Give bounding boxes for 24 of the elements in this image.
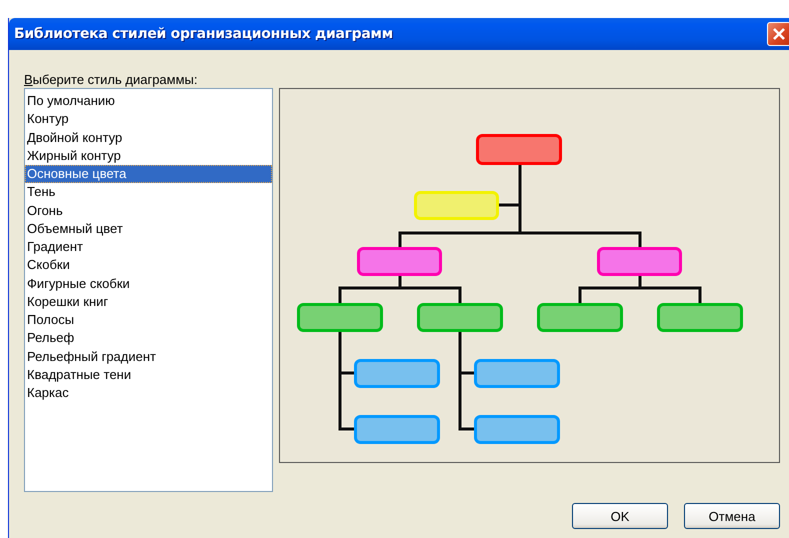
cancel-button[interactable]: Отмена [684, 503, 780, 529]
list-item[interactable]: Полосы [25, 311, 272, 330]
list-item[interactable]: По умолчанию [25, 92, 272, 110]
list-item[interactable]: Тень [25, 183, 272, 202]
list-item[interactable]: Основные цвета [25, 165, 272, 184]
list-item[interactable]: Двойной контур [25, 128, 272, 147]
list-item[interactable]: Жирный контур [25, 146, 272, 165]
list-item[interactable]: Фигурные скобки [25, 274, 272, 293]
list-item[interactable]: Скобки [25, 256, 272, 274]
list-item[interactable]: Градиент [25, 238, 272, 256]
list-item[interactable]: Рельеф [25, 329, 272, 348]
list-item[interactable]: Рельефный градиент [25, 348, 272, 366]
list-item[interactable]: Корешки книг [25, 292, 272, 311]
list-item[interactable]: Контур [25, 110, 272, 128]
close-icon [772, 27, 786, 41]
ok-button[interactable]: OK [572, 503, 668, 529]
list-item[interactable]: Каркас [25, 384, 272, 402]
list-item[interactable]: Объемный цвет [25, 220, 272, 238]
window-title: Библиотека стилей организационных диаграмм [14, 26, 393, 42]
list-item[interactable]: Квадратные тени [25, 366, 272, 384]
list-item[interactable]: Огонь [25, 202, 272, 220]
list-label: Выберите стиль диаграммы: [24, 72, 198, 88]
style-listbox[interactable]: По умолчанию Контур Двойной контур Жирный контур Основные цвета Тень Огонь Объемный цвет Градиент Скобки Фигурные скобки Корешки книг Полосы Рельеф Рельефный градиент Квадратные тени Каркас [24, 88, 273, 492]
close-button[interactable] [767, 22, 789, 46]
